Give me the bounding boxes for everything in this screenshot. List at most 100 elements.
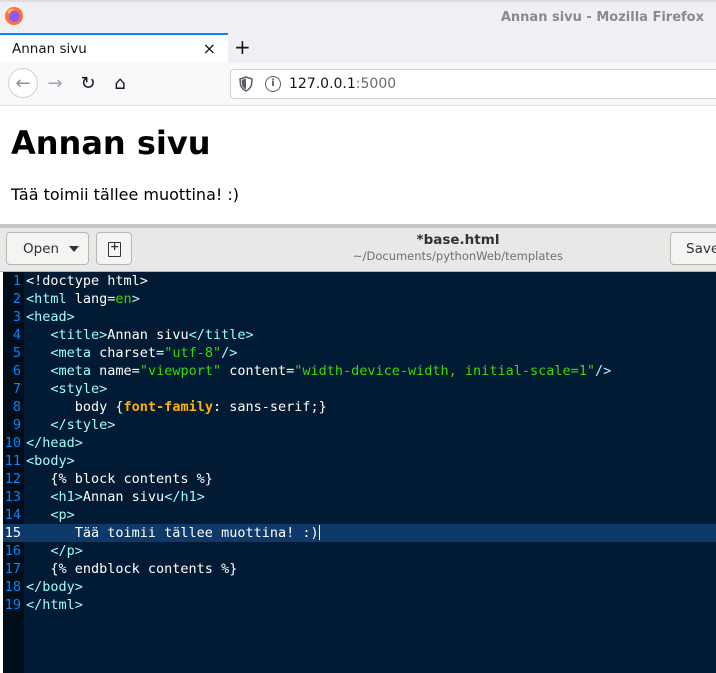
code-line[interactable]: 18 </body> [3, 578, 716, 596]
firefox-titlebar: Annan sivu - Mozilla Firefox [0, 0, 716, 33]
line-number: 5 [12, 345, 21, 361]
url-text[interactable]: 127.0.0.1:5000 [289, 76, 396, 92]
code-line[interactable]: 1 <!doctype html> [3, 272, 716, 290]
code-token: <!doctype html> [26, 273, 148, 289]
code-token: <p> [50, 507, 75, 523]
code-token: <title> [50, 327, 108, 343]
line-number: 4 [12, 327, 21, 343]
code-token: </style> [50, 417, 116, 433]
home-button[interactable]: ⌂ [105, 68, 135, 98]
code-line[interactable]: 11 <body> [3, 452, 716, 470]
tracking-protection-shield-icon[interactable] [239, 76, 253, 92]
code-token: content= [221, 363, 295, 379]
line-code: </p> [26, 542, 83, 560]
code-line[interactable]: 16 </p> [3, 542, 716, 560]
code-token: lang= [66, 291, 116, 307]
line-number: 8 [12, 399, 21, 415]
line-code: Tää toimii tällee muottina! :) [26, 524, 320, 542]
code-line[interactable]: 15 Tää toimii tällee muottina! :) [3, 524, 716, 542]
code-token: <meta [50, 345, 92, 361]
back-button[interactable]: ← [8, 68, 38, 98]
code-line[interactable]: 8 body {font-family: sans-serif;} [3, 398, 716, 416]
line-number: 2 [12, 291, 21, 307]
save-button-label: Save [686, 241, 716, 257]
reload-button[interactable]: ↻ [73, 68, 103, 98]
code-token: Tää toimii tällee muottina! :) [26, 525, 319, 541]
code-line[interactable]: 2 <html lang=en> [3, 290, 716, 308]
code-token: <html [26, 291, 67, 307]
code-token: /> [221, 345, 238, 361]
code-token: </html> [26, 597, 83, 613]
code-line[interactable]: 10 </head> [3, 434, 716, 452]
code-token: Annan sivu [107, 327, 189, 343]
code-token: </h1> [164, 489, 205, 505]
url-bar[interactable]: i 127.0.0.1:5000 [230, 69, 716, 99]
page-content: Annan sivu Tää toimii tällee muottina! :… [0, 106, 716, 224]
line-number: 17 [4, 561, 21, 577]
line-code: </style> [26, 416, 115, 434]
code-line[interactable]: 17 {% endblock contents %} [3, 560, 716, 578]
code-token: </body> [26, 579, 83, 595]
code-line[interactable]: 7 <style> [3, 380, 716, 398]
code-editor[interactable]: 1 <!doctype html> 2 <html lang=en> 3 <head> 4 … [3, 272, 716, 673]
tab-annan-sivu[interactable]: Annan sivu × [0, 33, 228, 63]
titlebar-top-line [0, 0, 716, 2]
line-number: 13 [4, 489, 21, 505]
code-token: : sans-serif;} [212, 399, 327, 415]
code-line[interactable]: 6 <meta name="viewport" content="width-d… [3, 362, 716, 380]
code-line[interactable]: 14 <p> [3, 506, 716, 524]
line-number: 10 [4, 435, 21, 451]
url-port: :5000 [355, 76, 397, 92]
line-number: 18 [4, 579, 21, 595]
line-number: 16 [4, 543, 21, 559]
line-number: 19 [4, 597, 21, 613]
code-line[interactable]: 5 <meta charset="utf-8"/> [3, 344, 716, 362]
line-number: 11 [4, 453, 21, 469]
code-token: <body> [26, 453, 75, 469]
close-tab-icon[interactable]: × [203, 39, 216, 58]
code-line[interactable]: 3 <head> [3, 308, 716, 326]
code-line[interactable]: 13 <h1>Annan sivu</h1> [3, 488, 716, 506]
line-number: 7 [12, 381, 21, 397]
line-code: </body> [26, 578, 83, 596]
code-token: > [131, 291, 140, 307]
code-token: </title> [188, 327, 254, 343]
line-code: <html lang=en> [26, 290, 140, 308]
line-code: <h1>Annan sivu</h1> [26, 488, 205, 506]
window-title: Annan sivu - Mozilla Firefox [500, 10, 704, 25]
code-line[interactable]: 19 </html> [3, 596, 716, 614]
line-number: 3 [12, 309, 21, 325]
line-code: <p> [26, 506, 75, 524]
line-code: <head> [26, 308, 75, 326]
code-token: Annan sivu [82, 489, 165, 505]
code-line[interactable]: 12 {% block contents %} [3, 470, 716, 488]
tab-title: Annan sivu [12, 41, 87, 57]
line-code: <!doctype html> [26, 272, 148, 290]
line-number: 15 [4, 525, 21, 541]
line-code: <meta charset="utf-8"/> [26, 344, 237, 362]
line-number: 6 [12, 363, 21, 379]
page-paragraph: Tää toimii tällee muottina! :) [11, 185, 239, 204]
forward-button[interactable]: → [40, 68, 70, 98]
new-tab-button[interactable]: + [234, 35, 251, 59]
code-token: </head> [26, 435, 83, 451]
line-code: {% block contents %} [26, 470, 213, 488]
code-token: /> [594, 363, 612, 379]
code-token: <meta [50, 363, 92, 379]
gedit-headerbar: Open *base.html ~/Documents/pythonWeb/te… [0, 228, 716, 272]
code-token: body { [26, 399, 124, 415]
code-token: <head> [26, 309, 75, 325]
line-code: </head> [26, 434, 83, 452]
save-button[interactable]: Save [670, 232, 716, 265]
code-line[interactable]: 4 <title>Annan sivu</title> [3, 326, 716, 344]
line-code: {% endblock contents %} [26, 560, 237, 578]
code-lines[interactable]: 1 <!doctype html> 2 <html lang=en> 3 <head> 4 … [3, 272, 716, 614]
site-info-icon[interactable]: i [265, 76, 281, 92]
code-line[interactable]: 9 </style> [3, 416, 716, 434]
